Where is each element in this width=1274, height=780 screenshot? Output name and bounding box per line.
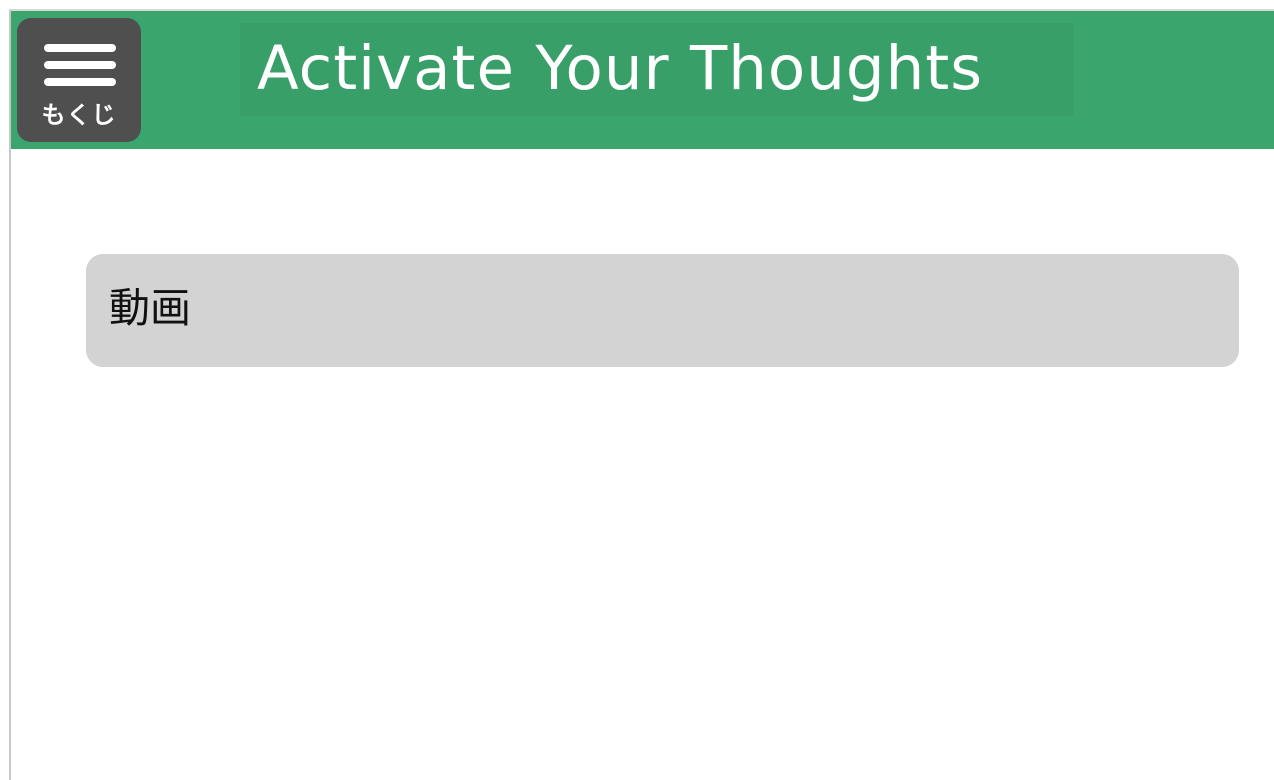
- hamburger-line-middle: [44, 61, 116, 69]
- site-title[interactable]: Activate Your Thoughts: [257, 31, 983, 107]
- hamburger-menu-icon: [44, 44, 116, 88]
- site-header: もくじ Activate Your Thoughts: [11, 11, 1274, 149]
- menu-button-label: もくじ: [41, 101, 117, 129]
- page-frame: もくじ Activate Your Thoughts 動画: [9, 9, 1274, 780]
- hamburger-line-bottom: [44, 78, 116, 86]
- video-section-label: 動画: [109, 284, 191, 332]
- table-of-contents-menu-button[interactable]: もくじ: [17, 18, 141, 142]
- video-section-bar[interactable]: 動画: [86, 254, 1239, 367]
- site-title-box[interactable]: Activate Your Thoughts: [240, 23, 1074, 116]
- hamburger-line-top: [44, 44, 116, 52]
